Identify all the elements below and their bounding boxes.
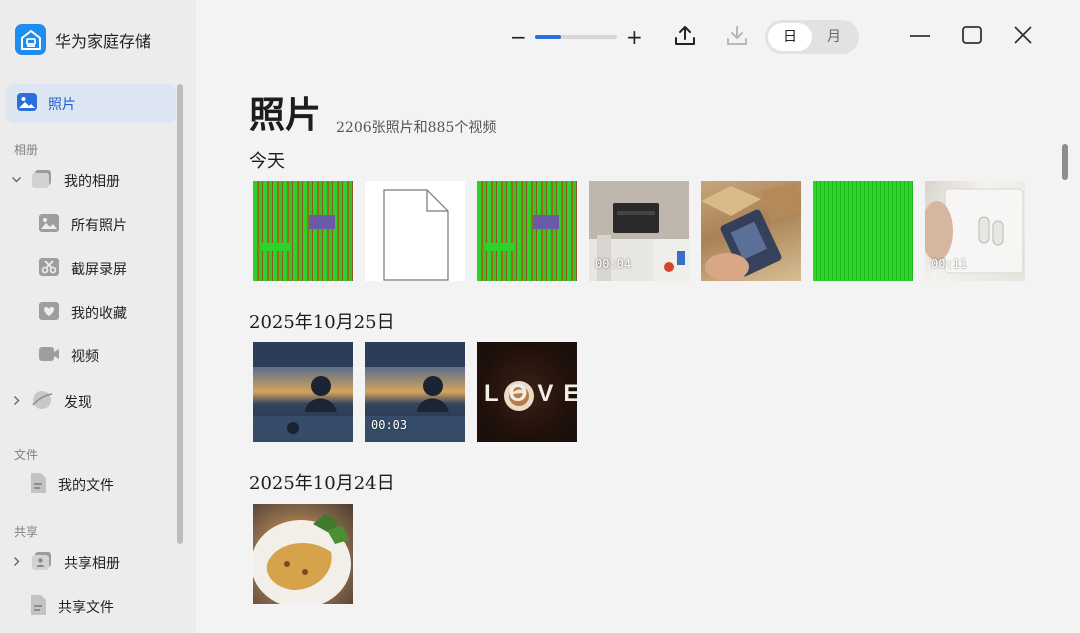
photo-grid: 00:03 LOVE [253, 342, 577, 442]
photo-thumbnail[interactable]: LOVE [477, 342, 577, 442]
shared-file-icon [29, 594, 47, 620]
sidebar-item-label: 我的收藏 [71, 306, 127, 322]
sidebar-item-screenshots[interactable]: 截屏录屏 [0, 251, 127, 287]
zoom-in-button[interactable]: + [626, 26, 643, 48]
photo-grid: 00:04 00:11 [253, 181, 1025, 281]
sidebar-item-videos[interactable]: 视频 [0, 338, 99, 374]
brand: 华为家庭存储 [15, 24, 151, 55]
sidebar-item-label: 共享相册 [64, 556, 120, 572]
sidebar-scrollbar[interactable] [177, 84, 183, 544]
shared-album-icon [31, 551, 53, 575]
app-window: 华为家庭存储 照片 相册 我的相册 所有照片 截屏录屏 我的收藏 视频 发现 文… [0, 0, 1080, 633]
sidebar-item-all-photos[interactable]: 所有照片 [0, 207, 127, 243]
view-day-button[interactable]: 日 [768, 23, 812, 51]
sidebar-item-favorites[interactable]: 我的收藏 [0, 295, 127, 331]
maximize-icon [960, 23, 984, 51]
section-share-label: 共享 [14, 525, 39, 539]
sidebar-item-label: 我的相册 [64, 174, 120, 190]
download-button[interactable] [722, 22, 752, 52]
date-group-heading: 2025年10月24日 [249, 473, 395, 494]
video-thumbnail[interactable]: 00:03 [365, 342, 465, 442]
date-group-heading: 2025年10月25日 [249, 312, 395, 333]
sidebar-item-label: 发现 [64, 395, 92, 411]
sidebar-item-my-files[interactable]: 我的文件 [0, 467, 114, 503]
maximize-button[interactable] [957, 22, 987, 52]
photo-thumbnail[interactable] [813, 181, 913, 281]
photo-thumbnail[interactable] [253, 342, 353, 442]
page-title: 照片 [249, 94, 322, 136]
photo-thumbnail[interactable] [253, 181, 353, 281]
sidebar-item-label: 视频 [71, 349, 99, 365]
photo-icon [16, 91, 38, 117]
sidebar-item-shared-files[interactable]: 共享文件 [0, 589, 114, 625]
album-stack-icon [31, 169, 53, 193]
view-mode-toggle: 日 月 [765, 20, 859, 54]
content-scrollbar[interactable] [1062, 144, 1068, 180]
favorite-heart-icon [38, 301, 60, 325]
section-files-label: 文件 [14, 448, 39, 462]
cup-text: LOVE [484, 380, 577, 407]
app-logo-icon [15, 24, 46, 55]
chevron-right-icon[interactable] [11, 395, 23, 410]
photo-count: 2206张照片和885个视频 [336, 120, 497, 136]
sidebar-item-label: 共享文件 [58, 600, 114, 616]
video-duration: 00:11 [931, 257, 968, 271]
view-month-button[interactable]: 月 [812, 23, 856, 51]
download-icon [725, 23, 749, 51]
section-albums-label: 相册 [14, 143, 39, 157]
sidebar-item-my-albums[interactable]: 我的相册 [0, 163, 120, 199]
all-photos-icon [38, 213, 60, 237]
zoom-slider[interactable] [535, 35, 617, 39]
video-duration: 00:04 [595, 257, 632, 271]
upload-button[interactable] [670, 22, 700, 52]
close-icon [1011, 23, 1035, 51]
chevron-down-icon[interactable] [11, 174, 23, 189]
minimize-button[interactable] [905, 22, 935, 52]
sidebar-item-label: 我的文件 [58, 478, 114, 494]
discover-planet-icon [31, 389, 53, 415]
zoom-out-button[interactable]: − [510, 26, 527, 48]
close-button[interactable] [1008, 22, 1038, 52]
sidebar-item-photos[interactable]: 照片 [6, 84, 176, 123]
photo-thumbnail[interactable] [477, 181, 577, 281]
minimize-icon [908, 23, 932, 51]
main-content: − + 日 月 照片 2206张照片和885个视频 今天 00:04 00:11… [196, 0, 1080, 633]
photo-thumbnail[interactable] [701, 181, 801, 281]
photo-thumbnail[interactable] [253, 504, 353, 604]
photo-grid [253, 504, 353, 604]
zoom-slider-fill [535, 35, 562, 39]
date-group-heading: 今天 [249, 151, 285, 172]
video-thumbnail[interactable]: 00:11 [925, 181, 1025, 281]
upload-icon [673, 23, 697, 51]
sidebar-item-shared-albums[interactable]: 共享相册 [0, 545, 120, 581]
video-icon [38, 344, 60, 368]
file-icon [29, 472, 47, 498]
screenshot-icon [38, 257, 60, 281]
sidebar-item-label: 所有照片 [71, 218, 127, 234]
sidebar-item-label: 截屏录屏 [71, 262, 127, 278]
document-icon [383, 189, 449, 281]
sidebar-item-discover[interactable]: 发现 [0, 384, 92, 420]
zoom-control: − + [510, 26, 643, 48]
video-duration: 00:03 [371, 418, 408, 432]
sidebar: 华为家庭存储 照片 相册 我的相册 所有照片 截屏录屏 我的收藏 视频 发现 文… [0, 0, 196, 633]
video-thumbnail[interactable]: 00:04 [589, 181, 689, 281]
app-title: 华为家庭存储 [55, 31, 152, 51]
chevron-right-icon[interactable] [11, 556, 23, 571]
document-thumbnail[interactable] [365, 181, 465, 281]
sidebar-item-label: 照片 [48, 96, 76, 113]
